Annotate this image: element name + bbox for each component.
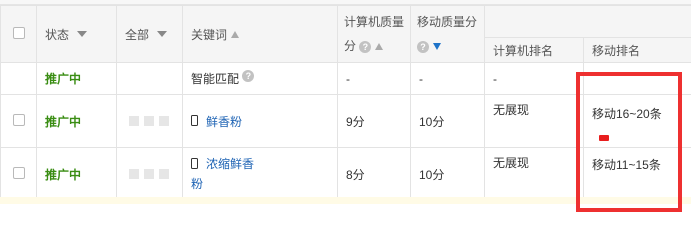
question-mark-icon[interactable]: ? [359, 40, 372, 53]
mobile-quality-column-header[interactable]: 移动质量分 ? [410, 5, 485, 63]
table-row: 推广中 智能匹配 ? - - - [0, 62, 691, 95]
row-checkbox[interactable] [12, 166, 25, 179]
pc-quality-value: - [346, 71, 350, 86]
select-all-checkbox[interactable] [12, 26, 25, 39]
keyword-cell: 浓缩鲜香 粉 [182, 147, 338, 201]
pc-quality-header-line1: 计算机质量 [344, 15, 405, 29]
status-badge: 推广中 [45, 167, 82, 182]
table-row: 推广中 鲜香粉 9分 10分 无展现 移动16~20条 [0, 94, 691, 148]
next-row-strip [0, 197, 691, 204]
status-column-header[interactable]: 状态 [36, 5, 117, 63]
status-cell: 推广中 [36, 147, 117, 201]
keyword-table: 状态 全部 关键词 计算机质量 分 ? 移动质量分 ? 计算机排名 移动排名 推… [0, 5, 691, 201]
mobile-rank-cell: 移动11~15条 [583, 147, 691, 201]
question-mark-icon[interactable]: ? [417, 40, 429, 53]
all-cell [116, 62, 183, 95]
mobile-quality-cell: 10分 [410, 147, 485, 201]
pc-quality-value: 8分 [346, 167, 365, 182]
mobile-quality-cell: - [410, 62, 485, 95]
pc-rank-value: - [493, 71, 497, 86]
mobile-rank-value: 移动11~15条 [592, 158, 661, 172]
pc-quality-header-line2: 分 [344, 39, 357, 53]
mobile-quality-value: 10分 [419, 167, 445, 182]
rank-group-header [484, 5, 691, 38]
row-select-cell [0, 62, 37, 95]
arrow-up-icon[interactable] [375, 43, 384, 51]
mobile-quality-value: - [419, 71, 423, 86]
row-select-cell [0, 94, 37, 148]
mobile-quality-header-line1: 移动质量分 [417, 15, 478, 29]
status-badge: 推广中 [45, 72, 82, 86]
keyword-cell: 智能匹配 ? [182, 62, 338, 95]
select-all-cell [0, 5, 37, 63]
pc-quality-cell: 9分 [337, 94, 411, 148]
placeholder-blocks [117, 116, 182, 126]
status-cell: 推广中 [36, 62, 117, 95]
arrow-down-icon[interactable] [433, 43, 441, 51]
keyword-link-continuation[interactable]: 粉 [191, 174, 203, 194]
mobile-rank-value [584, 72, 592, 86]
keyword-text: 智能匹配 [191, 72, 240, 86]
status-cell: 推广中 [36, 94, 117, 148]
mobile-phone-icon [191, 158, 198, 169]
all-filter-label: 全部 [125, 27, 150, 42]
mobile-rank-value: 移动16~20条 [592, 107, 662, 121]
table-row: 推广中 浓缩鲜香 粉 8分 10分 无展现 移动11~15条 [0, 147, 691, 201]
keyword-cell: 鲜香粉 [182, 94, 338, 148]
mobile-rank-column-header: 移动排名 [583, 37, 691, 63]
keyword-header-label: 关键词 [191, 27, 228, 42]
pc-rank-column-header: 计算机排名 [484, 37, 584, 63]
mobile-quality-value: 10分 [419, 114, 445, 129]
triangle-down-icon[interactable] [77, 31, 88, 37]
all-cell [116, 147, 183, 201]
status-header-label: 状态 [45, 27, 70, 42]
arrow-up-icon[interactable] [231, 30, 240, 38]
triangle-down-icon[interactable] [157, 31, 168, 37]
all-cell [116, 94, 183, 148]
pc-quality-column-header[interactable]: 计算机质量 分 ? [337, 5, 411, 63]
pc-rank-cell: 无展现 [484, 147, 584, 201]
status-badge: 推广中 [45, 114, 82, 129]
placeholder-blocks [117, 169, 182, 179]
mobile-phone-icon [191, 114, 198, 126]
pc-quality-value: 9分 [346, 114, 365, 129]
red-marker [599, 135, 609, 141]
mobile-quality-cell: 10分 [410, 94, 485, 148]
pc-rank-cell: 无展现 [484, 94, 584, 148]
pc-quality-cell: - [337, 62, 411, 95]
pc-rank-value: 无展现 [493, 156, 530, 170]
mobile-rank-header-label: 移动排名 [592, 43, 641, 58]
mobile-rank-cell [583, 62, 691, 95]
row-checkbox[interactable] [12, 113, 25, 126]
pc-rank-cell: - [484, 62, 584, 95]
question-mark-icon[interactable]: ? [242, 70, 255, 82]
keyword-link[interactable]: 浓缩鲜香 [206, 154, 254, 174]
row-select-cell [0, 147, 37, 201]
keyword-link[interactable]: 鲜香粉 [206, 113, 242, 130]
pc-rank-header-label: 计算机排名 [493, 43, 554, 58]
pc-rank-value: 无展现 [493, 103, 530, 117]
all-filter-header[interactable]: 全部 [116, 5, 183, 63]
pc-quality-cell: 8分 [337, 147, 411, 201]
keyword-column-header[interactable]: 关键词 [182, 5, 338, 63]
